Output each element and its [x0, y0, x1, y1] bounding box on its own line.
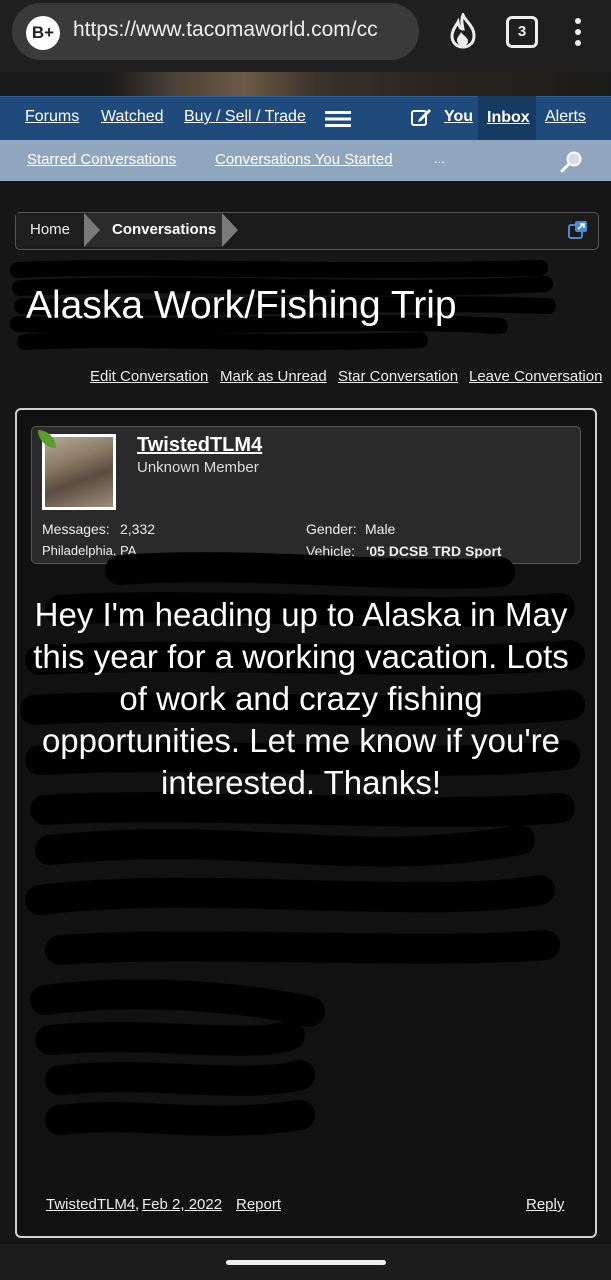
message-body: Hey I'm heading up to Alaska in May this… [33, 596, 569, 801]
nav-forums[interactable]: Forums [25, 108, 79, 126]
comma-separator: , [135, 1196, 140, 1213]
message-author-link[interactable]: TwistedTLM4 [46, 1196, 135, 1213]
url-text[interactable]: https://www.tacomaworld.com/cc [73, 18, 403, 42]
mark-unread-link[interactable]: Mark as Unread [220, 368, 327, 385]
search-icon[interactable] [560, 149, 584, 173]
edit-conversation-link[interactable]: Edit Conversation [90, 368, 208, 385]
tabs-icon[interactable]: 3 [506, 16, 538, 48]
report-link[interactable]: Report [236, 1196, 281, 1213]
star-conversation-link[interactable]: Star Conversation [338, 368, 458, 385]
popout-icon[interactable] [568, 220, 588, 240]
subnav-started[interactable]: Conversations You Started [215, 151, 393, 168]
messages-label: Messages: [42, 521, 110, 537]
nav-inbox[interactable]: Inbox [487, 109, 530, 127]
subnav-starred[interactable]: Starred Conversations [27, 151, 176, 168]
reply-link[interactable]: Reply [526, 1196, 564, 1213]
nav-alerts[interactable]: Alerts [545, 108, 586, 126]
breadcrumb-separator-icon [222, 213, 238, 247]
breadcrumb-conversations[interactable]: Conversations [104, 213, 222, 247]
edit-icon[interactable] [410, 106, 432, 128]
messages-count: 2,332 [120, 521, 156, 537]
gender-value: Male [365, 521, 396, 537]
leave-conversation-link[interactable]: Leave Conversation [469, 368, 602, 385]
breadcrumb-separator-icon [84, 213, 104, 247]
nav-buy-sell-trade[interactable]: Buy / Sell / Trade [184, 108, 306, 126]
gesture-handle[interactable] [226, 1260, 386, 1265]
nav-you[interactable]: You [444, 108, 473, 126]
user-title: Unknown Member [137, 459, 259, 476]
breadcrumb-home[interactable]: Home [16, 213, 84, 247]
username-link[interactable]: TwistedTLM4 [137, 434, 262, 457]
gender-label: Gender: [306, 521, 357, 537]
page-title: Alaska Work/Fishing Trip [26, 284, 457, 327]
fire-icon[interactable] [448, 13, 478, 49]
subnav-more[interactable]: ... [434, 151, 445, 166]
site-banner [0, 72, 611, 96]
site-icon[interactable]: B+ [26, 16, 60, 50]
hamburger-icon[interactable] [325, 110, 351, 128]
menu-dots-icon[interactable] [568, 14, 588, 50]
message-date-link[interactable]: Feb 2, 2022 [142, 1196, 222, 1213]
nav-watched[interactable]: Watched [101, 108, 164, 126]
